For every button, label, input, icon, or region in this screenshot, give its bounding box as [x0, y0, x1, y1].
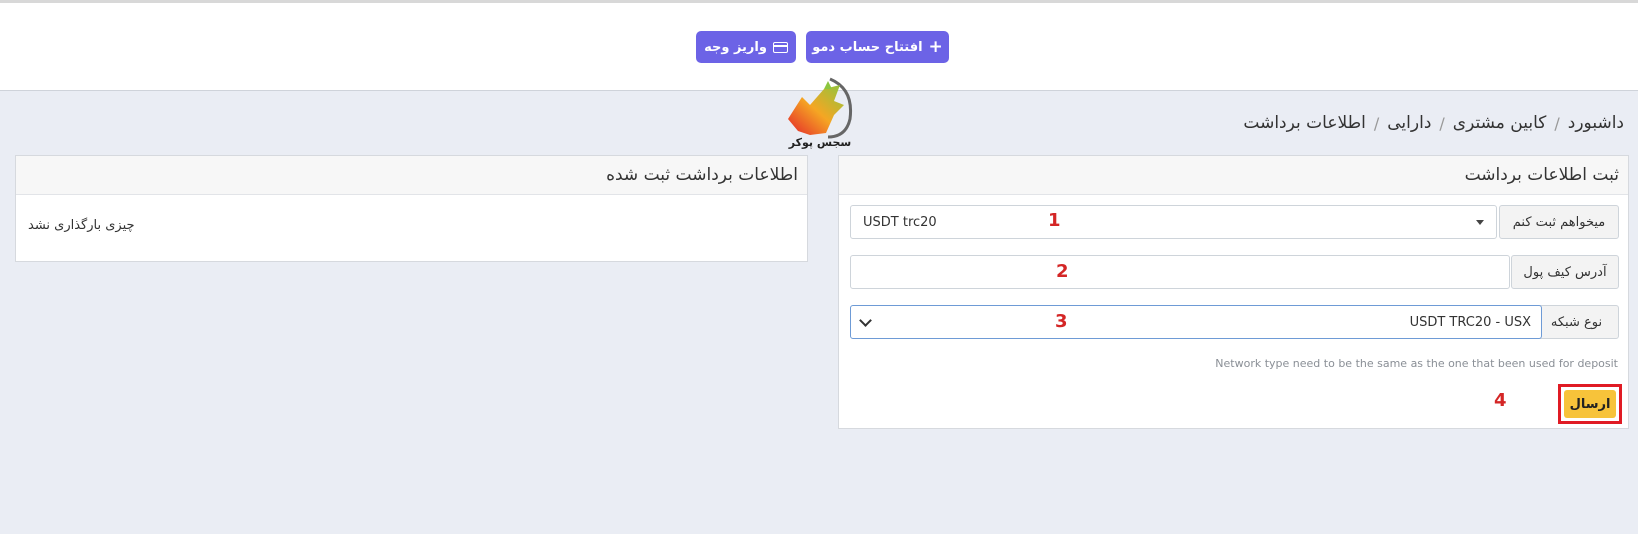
- breadcrumb-assets[interactable]: دارایی: [1387, 113, 1431, 133]
- brand-logo-text: سجس پوکر: [788, 136, 852, 149]
- credit-card-icon: [772, 41, 788, 53]
- network-type-hint: Network type need to be the same as the …: [1215, 357, 1618, 370]
- submit-button[interactable]: ارسال: [1564, 390, 1616, 418]
- open-demo-account-button[interactable]: + افتتاح حساب دمو: [806, 31, 949, 63]
- annotation-3: 3: [1055, 311, 1068, 332]
- withdrawal-form-title: ثبت اطلاعات برداشت: [839, 156, 1628, 195]
- register-type-value: USDT trc20: [863, 214, 937, 230]
- deposit-label: واریز وجه: [704, 39, 767, 55]
- breadcrumb-separator: /: [1554, 113, 1560, 133]
- submit-highlight-frame: ارسال: [1558, 384, 1622, 424]
- register-type-label: میخواهم ثبت کنم: [1499, 205, 1619, 239]
- breadcrumb-client-cabin[interactable]: کابین مشتری: [1453, 113, 1547, 133]
- wallet-address-label: آدرس کیف پول: [1511, 255, 1619, 289]
- breadcrumb-separator: /: [1439, 113, 1445, 133]
- empty-message: چیزی بارگذاری نشد: [28, 218, 135, 233]
- registered-withdrawal-panel: اطلاعات برداشت ثبت شده چیزی بارگذاری نشد: [15, 155, 808, 262]
- plus-icon: +: [928, 36, 943, 57]
- register-type-select[interactable]: USDT trc20: [850, 205, 1497, 239]
- chevron-down-icon: [859, 313, 872, 327]
- network-type-value: USDT TRC20 - USX: [1409, 314, 1531, 330]
- annotation-1: 1: [1048, 210, 1061, 231]
- wallet-address-input[interactable]: [850, 255, 1510, 289]
- withdrawal-form-panel: ثبت اطلاعات برداشت میخواهم ثبت کنم USDT …: [838, 155, 1629, 429]
- annotation-4: 4: [1494, 390, 1507, 411]
- network-type-select[interactable]: USDT TRC20 - USX: [850, 305, 1542, 339]
- breadcrumb-dashboard[interactable]: داشبورد: [1568, 113, 1624, 133]
- breadcrumb: داشبورد / کابین مشتری / دارایی / اطلاعات…: [1243, 113, 1624, 133]
- annotation-2: 2: [1056, 261, 1069, 282]
- network-type-label: نوع شبکه: [1534, 305, 1619, 339]
- caret-down-icon: [1476, 219, 1484, 225]
- breadcrumb-withdrawal-info: اطلاعات برداشت: [1243, 113, 1366, 133]
- deposit-button[interactable]: واریز وجه: [696, 31, 796, 63]
- empty-message-wrapper: چیزی بارگذاری نشد: [28, 218, 795, 233]
- breadcrumb-separator: /: [1373, 113, 1380, 133]
- registered-withdrawal-title: اطلاعات برداشت ثبت شده: [16, 156, 807, 195]
- open-demo-account-label: افتتاح حساب دمو: [812, 39, 923, 55]
